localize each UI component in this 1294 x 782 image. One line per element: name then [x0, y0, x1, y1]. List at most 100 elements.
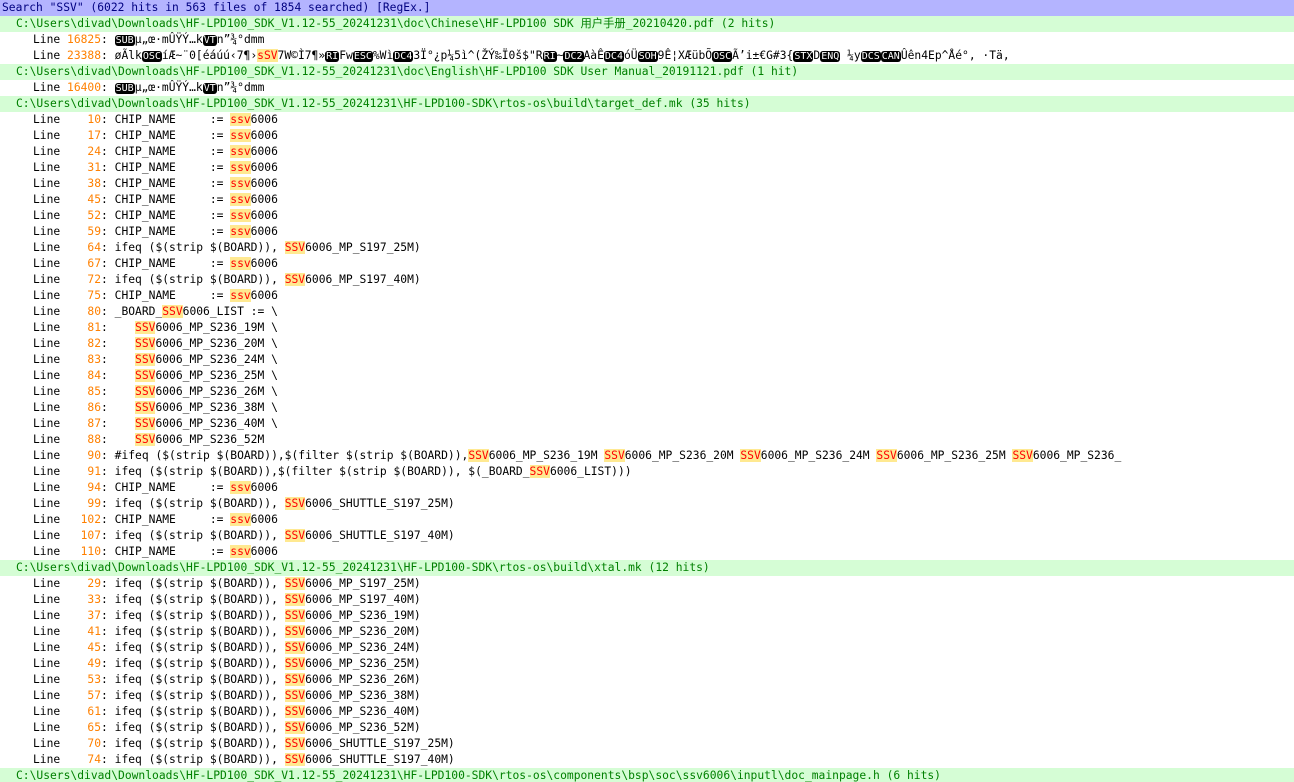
hit-line[interactable]: Line 59: CHIP_NAME := ssv6006 — [0, 224, 1294, 240]
match-highlight: SSV — [284, 705, 306, 718]
hit-line[interactable]: Line 17: CHIP_NAME := ssv6006 — [0, 128, 1294, 144]
hit-line[interactable]: Line 33: ifeq ($(strip $(BOARD)), SSV600… — [0, 592, 1294, 608]
hit-line[interactable]: Line 53: ifeq ($(strip $(BOARD)), SSV600… — [0, 672, 1294, 688]
hit-line[interactable]: Line 84: SSV6006_MP_S236_25M \ — [0, 368, 1294, 384]
hit-line[interactable]: Line 86: SSV6006_MP_S236_38M \ — [0, 400, 1294, 416]
match-highlight: SSV — [1012, 449, 1033, 462]
line-separator: : — [101, 305, 115, 318]
line-number: 41 — [67, 625, 102, 638]
line-number: 86 — [67, 401, 102, 414]
line-text: CHIP_NAME := — [114, 545, 231, 558]
hit-line[interactable]: Line 37: ifeq ($(strip $(BOARD)), SSV600… — [0, 608, 1294, 624]
file-header[interactable]: C:\Users\divad\Downloads\HF-LPD100_SDK_V… — [0, 768, 1294, 782]
hit-line[interactable]: Line 90: #ifeq ($(strip $(BOARD)),$(filt… — [0, 448, 1294, 464]
hit-line[interactable]: Line 82: SSV6006_MP_S236_20M \ — [0, 336, 1294, 352]
line-text: ifeq ($(strip $(BOARD)), — [114, 705, 285, 718]
line-number: 45 — [67, 641, 102, 654]
line-number: 53 — [67, 673, 102, 686]
match-highlight: ssv — [230, 145, 251, 158]
hit-line[interactable]: Line 10: CHIP_NAME := ssv6006 — [0, 112, 1294, 128]
line-separator: : — [101, 385, 115, 398]
hit-line[interactable]: Line 87: SSV6006_MP_S236_40M \ — [0, 416, 1294, 432]
hit-line[interactable]: Line 29: ifeq ($(strip $(BOARD)), SSV600… — [0, 576, 1294, 592]
control-char-badge: VT — [202, 35, 217, 46]
line-label: Line — [33, 353, 68, 366]
hit-line[interactable]: Line 81: SSV6006_MP_S236_19M \ — [0, 320, 1294, 336]
line-text: 6006_MP_S236_19M — [488, 449, 605, 462]
hit-line[interactable]: Line 102: CHIP_NAME := ssv6006 — [0, 512, 1294, 528]
line-text: 6006_MP_S236_25M — [896, 449, 1013, 462]
hit-line[interactable]: Line 38: CHIP_NAME := ssv6006 — [0, 176, 1294, 192]
hit-line[interactable]: Line 45: CHIP_NAME := ssv6006 — [0, 192, 1294, 208]
hit-line[interactable]: Line 94: CHIP_NAME := ssv6006 — [0, 480, 1294, 496]
hit-line[interactable]: Line 75: CHIP_NAME := ssv6006 — [0, 288, 1294, 304]
hit-line[interactable]: Line 107: ifeq ($(strip $(BOARD)), SSV60… — [0, 528, 1294, 544]
match-highlight: SSV — [162, 305, 183, 318]
line-text: 6006_MP_S236_40M \ — [155, 417, 278, 430]
hit-line[interactable]: Line 16825: SUBµ„œ·mÛŸÝ…kVTn”¾°dmm — [0, 32, 1294, 48]
file-header[interactable]: C:\Users\divad\Downloads\HF-LPD100_SDK_V… — [0, 96, 1294, 112]
line-label: Line — [33, 33, 68, 46]
file-header[interactable]: C:\Users\divad\Downloads\HF-LPD100_SDK_V… — [0, 16, 1294, 32]
hit-line[interactable]: Line 110: CHIP_NAME := ssv6006 — [0, 544, 1294, 560]
line-label: Line — [33, 161, 68, 174]
line-label: Line — [33, 721, 68, 734]
hit-line[interactable]: Line 16400: SUBµ„œ·mÛŸÝ…kVTn”¾°dmm — [0, 80, 1294, 96]
hit-line[interactable]: Line 72: ifeq ($(strip $(BOARD)), SSV600… — [0, 272, 1294, 288]
line-separator: : — [101, 721, 115, 734]
hit-line[interactable]: Line 70: ifeq ($(strip $(BOARD)), SSV600… — [0, 736, 1294, 752]
line-text: CHIP_NAME := — [114, 177, 231, 190]
hit-line[interactable]: Line 88: SSV6006_MP_S236_52M — [0, 432, 1294, 448]
line-separator: : — [101, 753, 115, 766]
hit-line[interactable]: Line 31: CHIP_NAME := ssv6006 — [0, 160, 1294, 176]
hit-line[interactable]: Line 45: ifeq ($(strip $(BOARD)), SSV600… — [0, 640, 1294, 656]
hit-line[interactable]: Line 52: CHIP_NAME := ssv6006 — [0, 208, 1294, 224]
line-number: 65 — [67, 721, 102, 734]
line-number: 87 — [67, 417, 102, 430]
line-separator: : — [101, 705, 115, 718]
hit-line[interactable]: Line 67: CHIP_NAME := ssv6006 — [0, 256, 1294, 272]
line-text: 6006 — [250, 177, 278, 190]
hit-line[interactable]: Line 83: SSV6006_MP_S236_24M \ — [0, 352, 1294, 368]
line-separator: : — [101, 465, 115, 478]
hit-line[interactable]: Line 91: ifeq ($(strip $(BOARD)),$(filte… — [0, 464, 1294, 480]
file-header[interactable]: C:\Users\divad\Downloads\HF-LPD100_SDK_V… — [0, 64, 1294, 80]
hit-line[interactable]: Line 61: ifeq ($(strip $(BOARD)), SSV600… — [0, 704, 1294, 720]
file-header[interactable]: C:\Users\divad\Downloads\HF-LPD100_SDK_V… — [0, 560, 1294, 576]
line-number: 49 — [67, 657, 102, 670]
match-highlight: ssv — [230, 161, 251, 174]
hit-line[interactable]: Line 24: CHIP_NAME := ssv6006 — [0, 144, 1294, 160]
line-separator: : — [101, 529, 115, 542]
line-text: CHIP_NAME := — [114, 257, 231, 270]
line-text: 6006_MP_S197_40M) — [305, 273, 421, 286]
hit-line[interactable]: Line 99: ifeq ($(strip $(BOARD)), SSV600… — [0, 496, 1294, 512]
hit-line[interactable]: Line 85: SSV6006_MP_S236_26M \ — [0, 384, 1294, 400]
hit-line[interactable]: Line 57: ifeq ($(strip $(BOARD)), SSV600… — [0, 688, 1294, 704]
line-separator: : — [101, 545, 115, 558]
hit-line[interactable]: Line 65: ifeq ($(strip $(BOARD)), SSV600… — [0, 720, 1294, 736]
hit-line[interactable]: Line 64: ifeq ($(strip $(BOARD)), SSV600… — [0, 240, 1294, 256]
line-text: ¼y — [840, 49, 861, 62]
hit-line[interactable]: Line 41: ifeq ($(strip $(BOARD)), SSV600… — [0, 624, 1294, 640]
line-text: 6006_MP_S236_ — [1032, 449, 1122, 462]
line-text: 6006 — [250, 545, 278, 558]
match-highlight: SSV — [284, 721, 306, 734]
line-label: Line — [33, 513, 68, 526]
control-char-badge: SUB — [114, 83, 135, 94]
hit-line[interactable]: Line 74: ifeq ($(strip $(BOARD)), SSV600… — [0, 752, 1294, 768]
hit-line[interactable]: Line 49: ifeq ($(strip $(BOARD)), SSV600… — [0, 656, 1294, 672]
line-number: 38 — [67, 177, 102, 190]
search-header[interactable]: Search "SSV" (6022 hits in 563 files of … — [0, 0, 1294, 16]
line-text: CHIP_NAME := — [114, 129, 231, 142]
match-highlight: ssv — [230, 289, 251, 302]
line-separator: : — [101, 625, 115, 638]
line-text: n”¾°dmm — [216, 81, 265, 94]
match-highlight: SSV — [135, 353, 156, 366]
line-text: ifeq ($(strip $(BOARD)), — [114, 721, 285, 734]
line-text: ifeq ($(strip $(BOARD)), — [114, 609, 285, 622]
line-text — [115, 401, 135, 414]
hit-line[interactable]: Line 23388: øÃlkOSCíÆ~¨0[éáúú‹7¶›sSV7W©Ì… — [0, 48, 1294, 64]
line-label: Line — [33, 337, 68, 350]
line-separator: : — [101, 145, 115, 158]
hit-line[interactable]: Line 80: _BOARD_SSV6006_LIST := \ — [0, 304, 1294, 320]
